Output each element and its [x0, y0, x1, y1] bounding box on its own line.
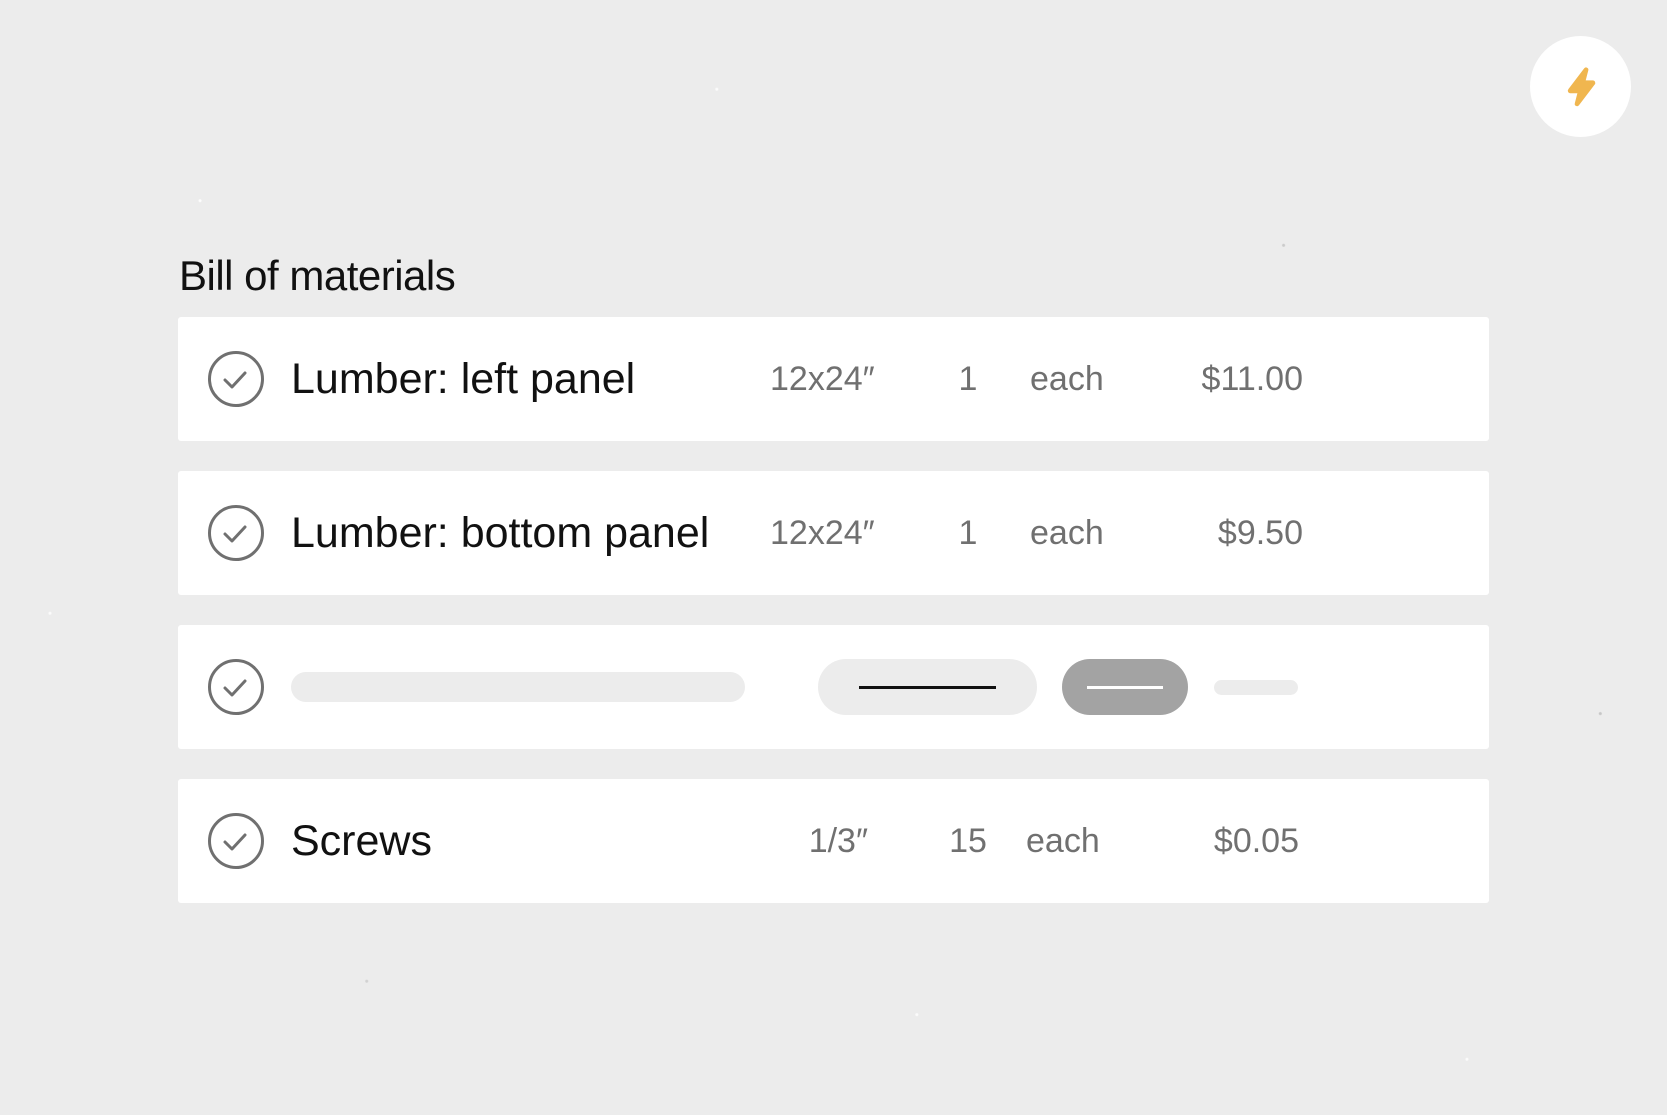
item-size: 12x24″: [770, 514, 875, 552]
placeholder-button-line: [1087, 686, 1163, 689]
item-name: Screws: [291, 817, 432, 865]
item-quantity: 1: [958, 514, 978, 552]
quick-action-button[interactable]: [1530, 36, 1631, 137]
item-quantity: 1: [958, 360, 978, 398]
item-price: $11.00: [1201, 360, 1303, 398]
list-item: Screws 1/3″ 15 each $0.05: [178, 779, 1489, 903]
item-name: Lumber: left panel: [291, 355, 636, 403]
item-size: 1/3″: [808, 822, 868, 860]
placeholder-input-field[interactable]: [818, 659, 1037, 715]
check-circle-icon[interactable]: [207, 350, 265, 408]
item-size: 12x24″: [770, 360, 875, 398]
item-price: $0.05: [1213, 822, 1299, 860]
list-item: Lumber: bottom panel 12x24″ 1 each $9.50: [178, 471, 1489, 595]
item-unit: each: [1030, 514, 1104, 552]
placeholder-name-bar: [291, 672, 745, 702]
lightning-bolt-icon: [1567, 66, 1595, 106]
placeholder-input-line: [859, 686, 996, 689]
page-title: Bill of materials: [179, 252, 456, 299]
placeholder-button[interactable]: [1062, 659, 1188, 715]
placeholder-price-bar: [1214, 680, 1298, 695]
item-unit: each: [1026, 822, 1100, 860]
item-price: $9.50: [1217, 514, 1303, 552]
check-circle-icon[interactable]: [207, 504, 265, 562]
list-item: Lumber: left panel 12x24″ 1 each $11.00: [178, 317, 1489, 441]
item-name: Lumber: bottom panel: [291, 509, 710, 557]
check-circle-icon[interactable]: [207, 812, 265, 870]
placeholder-list-item: [178, 625, 1489, 749]
check-circle-icon[interactable]: [207, 658, 265, 716]
item-quantity: 15: [949, 822, 987, 860]
item-unit: each: [1030, 360, 1104, 398]
